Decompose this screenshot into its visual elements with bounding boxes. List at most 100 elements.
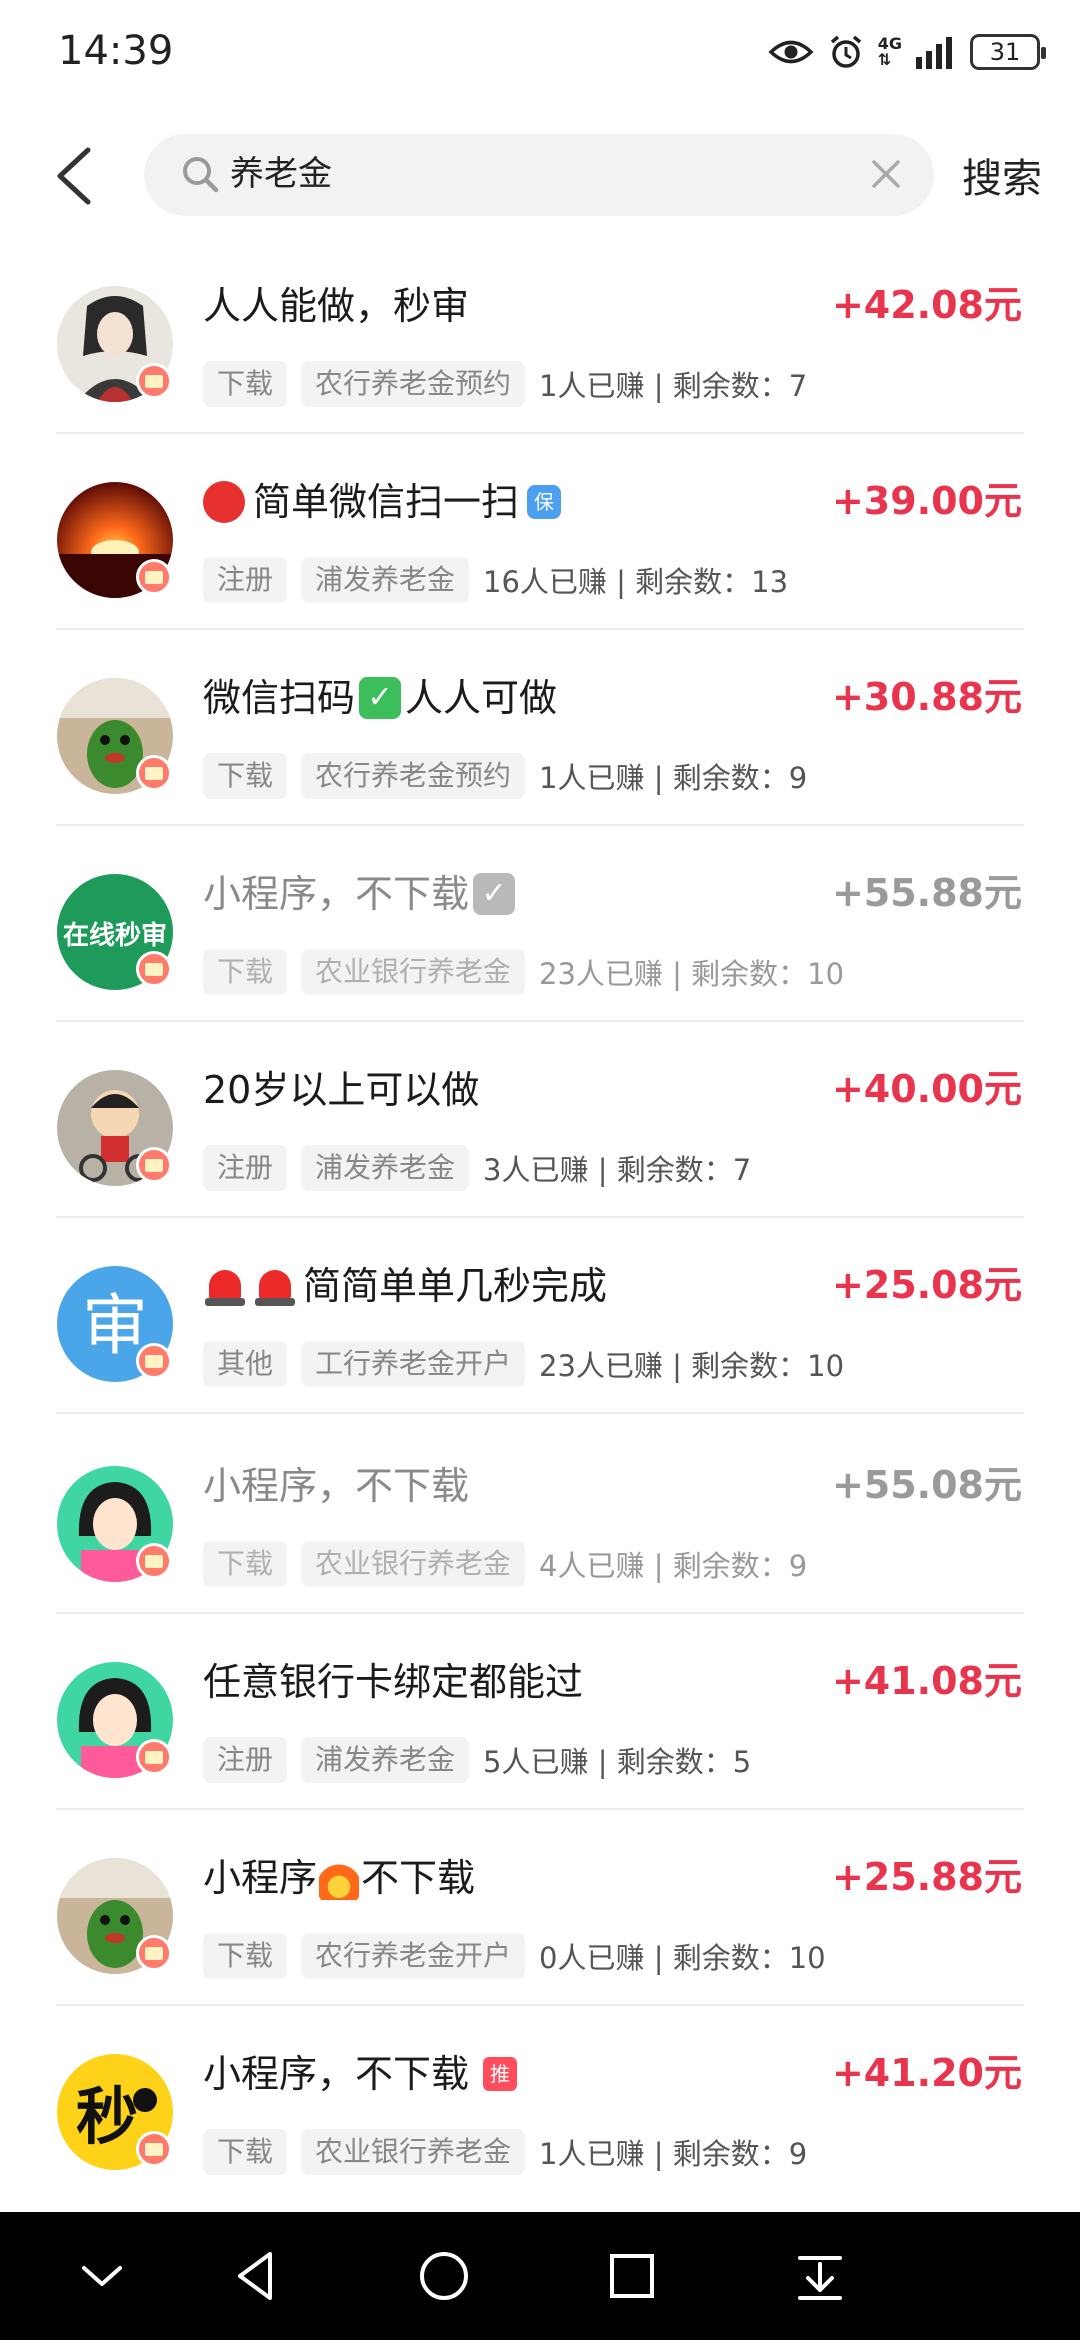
category-tag: 农行养老金预约 bbox=[301, 361, 526, 407]
item-price: +55.88元 bbox=[831, 871, 1022, 915]
search-input[interactable]: 养老金 bbox=[144, 134, 934, 216]
item-price: +41.20元 bbox=[831, 2051, 1022, 2095]
search-button[interactable]: 搜索 bbox=[962, 146, 1042, 204]
item-price: +41.08元 bbox=[831, 1659, 1022, 1703]
item-price: +55.08元 bbox=[831, 1463, 1022, 1507]
item-stats: 3人已赚 | 剩余数：7 bbox=[483, 1153, 752, 1187]
item-meta: 注册 浦发养老金 3人已赚 | 剩余数：7 bbox=[203, 1144, 751, 1192]
type-tag: 下载 bbox=[203, 1541, 288, 1587]
red-circle-icon bbox=[203, 481, 245, 523]
item-title: 小程序，不下载 ✓ bbox=[203, 868, 519, 920]
task-list: 人人能做，秒审 +42.08元 下载 农行养老金预约 1人已赚 | 剩余数：7 … bbox=[0, 238, 1080, 2202]
category-tag: 浦发养老金 bbox=[301, 1737, 470, 1783]
item-meta: 下载 农行养老金预约 1人已赚 | 剩余数：9 bbox=[203, 752, 807, 800]
svg-text:在线秒审: 在线秒审 bbox=[63, 920, 167, 951]
category-tag: 农行养老金开户 bbox=[301, 1933, 526, 1979]
list-item[interactable]: 20岁以上可以做 +40.00元 注册 浦发养老金 3人已赚 | 剩余数：7 bbox=[0, 1022, 1080, 1218]
item-title: 20岁以上可以做 bbox=[203, 1068, 480, 1112]
item-meta: 其他 工行养老金开户 23人已赚 | 剩余数：10 bbox=[203, 1340, 844, 1388]
crown-badge-icon bbox=[136, 1147, 172, 1183]
list-item[interactable]: 简单微信扫一扫 保 +39.00元 注册 浦发养老金 16人已赚 | 剩余数：1… bbox=[0, 434, 1080, 630]
notification-pull-icon[interactable] bbox=[790, 2246, 850, 2306]
category-tag: 浦发养老金 bbox=[301, 557, 470, 603]
item-meta: 下载 农行养老金开户 0人已赚 | 剩余数：10 bbox=[203, 1932, 826, 1980]
type-tag: 下载 bbox=[203, 1933, 288, 1979]
item-price: +39.00元 bbox=[831, 479, 1022, 523]
siren-icon bbox=[203, 1264, 247, 1308]
item-title: 微信扫码 ✓ 人人可做 bbox=[203, 676, 558, 720]
list-item[interactable]: 审 简简单单几秒完成 +25.08元 其他 工行养老金开户 23人已赚 | 剩余… bbox=[0, 1218, 1080, 1414]
item-meta: 下载 农业银行养老金 4人已赚 | 剩余数：9 bbox=[203, 1540, 807, 1588]
category-tag: 农业银行养老金 bbox=[301, 1541, 526, 1587]
type-tag: 下载 bbox=[203, 949, 288, 995]
category-tag: 农业银行养老金 bbox=[301, 949, 526, 995]
crown-badge-icon bbox=[136, 951, 172, 987]
battery-icon: 31 bbox=[970, 34, 1046, 70]
item-title: 小程序 不下载 bbox=[203, 1856, 476, 1900]
type-tag: 注册 bbox=[203, 557, 288, 603]
list-item[interactable]: 任意银行卡绑定都能过 +41.08元 注册 浦发养老金 5人已赚 | 剩余数：5 bbox=[0, 1614, 1080, 1810]
item-title: 任意银行卡绑定都能过 bbox=[203, 1660, 584, 1704]
fire-icon bbox=[319, 1856, 360, 1900]
home-circle-icon[interactable] bbox=[414, 2246, 474, 2306]
clock: 14:39 bbox=[58, 28, 174, 74]
item-price: +42.08元 bbox=[831, 283, 1022, 327]
back-triangle-icon[interactable] bbox=[226, 2246, 286, 2306]
item-stats: 5人已赚 | 剩余数：5 bbox=[483, 1745, 752, 1779]
crown-badge-icon bbox=[136, 1739, 172, 1775]
check-icon: ✓ bbox=[473, 873, 516, 915]
item-stats: 16人已赚 | 剩余数：13 bbox=[483, 565, 789, 599]
item-stats: 4人已赚 | 剩余数：9 bbox=[539, 1549, 808, 1583]
chevron-down-icon[interactable] bbox=[72, 2246, 132, 2306]
type-tag: 下载 bbox=[203, 361, 288, 407]
item-meta: 下载 农行养老金预约 1人已赚 | 剩余数：7 bbox=[203, 360, 807, 408]
category-tag: 农行养老金预约 bbox=[301, 753, 526, 799]
type-tag: 注册 bbox=[203, 1145, 288, 1191]
crown-badge-icon bbox=[136, 1543, 172, 1579]
category-tag: 浦发养老金 bbox=[301, 1145, 470, 1191]
clear-icon[interactable] bbox=[868, 156, 904, 192]
type-tag: 下载 bbox=[203, 2129, 288, 2175]
back-arrow-icon[interactable] bbox=[50, 146, 100, 206]
alarm-icon bbox=[830, 35, 861, 68]
list-item[interactable]: 在线秒审 小程序，不下载 ✓ +55.88元 下载 农业银行养老金 23人已赚 … bbox=[0, 826, 1080, 1022]
list-item[interactable]: 人人能做，秒审 +42.08元 下载 农行养老金预约 1人已赚 | 剩余数：7 bbox=[0, 238, 1080, 434]
network-label: 4G ⇅ bbox=[877, 34, 902, 69]
item-meta: 注册 浦发养老金 5人已赚 | 剩余数：5 bbox=[203, 1736, 751, 1784]
item-price: +25.88元 bbox=[831, 1855, 1022, 1899]
item-meta: 注册 浦发养老金 16人已赚 | 剩余数：13 bbox=[203, 556, 788, 604]
svg-text:秒: 秒 bbox=[76, 2080, 138, 2153]
category-tag: 工行养老金开户 bbox=[301, 1341, 526, 1387]
list-item[interactable]: 小程序 不下载 +25.88元 下载 农行养老金开户 0人已赚 | 剩余数：10 bbox=[0, 1810, 1080, 2006]
shield-icon: 保 bbox=[527, 485, 562, 519]
item-stats: 1人已赚 | 剩余数：9 bbox=[539, 761, 808, 795]
siren-icon bbox=[253, 1264, 297, 1308]
list-item[interactable]: 秒 小程序，不下载 推 +41.20元 下载 农业银行养老金 1人已赚 | 剩余… bbox=[0, 2006, 1080, 2202]
crown-badge-icon bbox=[136, 559, 172, 595]
search-bar: 养老金 搜索 bbox=[0, 128, 1080, 222]
item-price: +30.88元 bbox=[831, 675, 1022, 719]
system-nav-bar bbox=[0, 2212, 1080, 2340]
item-meta: 下载 农业银行养老金 1人已赚 | 剩余数：9 bbox=[203, 2128, 807, 2176]
crown-badge-icon bbox=[136, 2131, 172, 2167]
search-icon bbox=[183, 157, 219, 193]
recents-square-icon[interactable] bbox=[602, 2246, 662, 2306]
item-stats: 23人已赚 | 剩余数：10 bbox=[539, 957, 845, 991]
list-item[interactable]: 微信扫码 ✓ 人人可做 +30.88元 下载 农行养老金预约 1人已赚 | 剩余… bbox=[0, 630, 1080, 826]
status-bar: 14:39 4G ⇅ 31 bbox=[0, 0, 1080, 110]
item-title: 简单微信扫一扫 保 bbox=[203, 476, 562, 528]
type-tag: 其他 bbox=[203, 1341, 288, 1387]
item-stats: 0人已赚 | 剩余数：10 bbox=[539, 1941, 826, 1975]
item-title: 人人能做，秒审 bbox=[203, 284, 470, 328]
item-stats: 1人已赚 | 剩余数：7 bbox=[539, 369, 808, 403]
category-tag: 农业银行养老金 bbox=[301, 2129, 526, 2175]
item-meta: 下载 农业银行养老金 23人已赚 | 剩余数：10 bbox=[203, 948, 844, 996]
crown-badge-icon bbox=[136, 1935, 172, 1971]
recommend-icon: 推 bbox=[483, 2057, 518, 2091]
search-query: 养老金 bbox=[230, 154, 332, 194]
item-title: 简简单单几秒完成 bbox=[203, 1260, 607, 1312]
list-item[interactable]: 小程序，不下载 +55.08元 下载 农业银行养老金 4人已赚 | 剩余数：9 bbox=[0, 1414, 1080, 1614]
eye-icon bbox=[768, 40, 814, 64]
item-price: +40.00元 bbox=[831, 1067, 1022, 1111]
item-title: 小程序，不下载 推 bbox=[203, 2048, 518, 2100]
